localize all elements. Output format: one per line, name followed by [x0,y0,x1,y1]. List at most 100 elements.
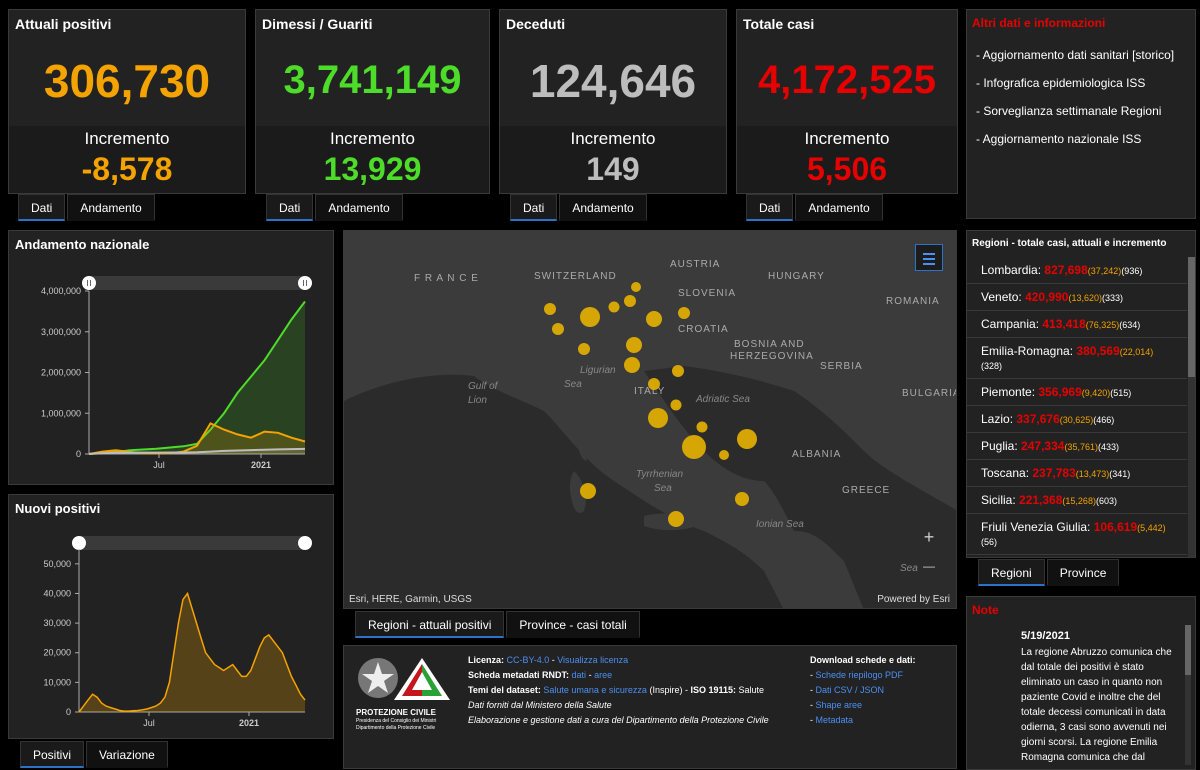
range-slider-handle[interactable] [82,276,96,290]
region-name: Puglia: [981,439,1018,453]
download-csv-link[interactable]: Dati CSV / JSON [816,685,885,695]
map-label-france: F R A N C E [414,273,479,284]
tab-regioni[interactable]: Regioni [978,559,1045,586]
tab-andamento[interactable]: Andamento [559,194,647,221]
tab-regioni-attuali[interactable]: Regioni - attuali positivi [355,611,505,638]
region-name: Toscana: [981,466,1030,480]
info-panel: PROTEZIONE CIVILE Presidenza del Consigl… [343,645,957,769]
y-tick-label: 0 [66,707,71,717]
region-marker[interactable] [719,450,729,460]
increment-box: Incremento 13,929 [256,126,489,193]
region-row[interactable]: Campania: 413,418(76,325)(634) [967,311,1187,338]
region-marker[interactable] [737,429,757,449]
map-powered-by[interactable]: Powered by Esri [877,594,950,605]
region-marker[interactable] [580,483,596,499]
tab-province[interactable]: Province [1046,559,1120,586]
licenza-label: Licenza: [468,655,505,665]
region-marker[interactable] [682,435,706,459]
tab-positivi[interactable]: Positivi [20,741,85,768]
rndt-aree-link[interactable]: aree [594,670,612,680]
tab-andamento[interactable]: Andamento [795,194,883,221]
increment-label: Incremento [804,129,890,148]
stat-title: Deceduti [506,16,566,32]
range-slider-handle[interactable] [298,276,312,290]
tab-dati[interactable]: Dati [746,194,794,221]
range-slider-track [79,536,305,550]
region-increment: (466) [1093,415,1115,425]
logo-subtitle: Presidenza del Consiglio dei Ministri [356,718,437,724]
legend-list-button[interactable] [915,244,943,271]
stat-tabs-totale: Dati Andamento [746,194,883,221]
region-row[interactable]: Puglia: 247,334(35,761)(433) [967,433,1187,460]
region-increment: (603) [1095,496,1117,506]
y-tick-label: 10,000 [43,677,71,687]
region-marker[interactable] [735,492,749,506]
region-name: Friuli Venezia Giulia: [981,520,1091,534]
y-tick-label: 50,000 [43,559,71,569]
download-shape-link[interactable]: Shape aree [816,700,863,710]
region-marker[interactable] [626,337,642,353]
note-date: 5/19/2021 [1021,630,1070,642]
region-row[interactable]: Lombardia: 827,698(37,242)(936) [967,257,1187,284]
download-pdf-link[interactable]: Schede riepilogo PDF [816,670,904,680]
zoom-in-button[interactable]: + [916,527,942,549]
region-marker[interactable] [648,378,660,390]
stat-card-totale: Totale casi 4,172,525 Incremento 5,506 [736,9,958,194]
temi-rest: (Inspire) - [649,685,688,695]
regions-scrollbar[interactable] [1188,257,1195,557]
region-marker[interactable] [670,399,682,411]
tab-andamento[interactable]: Andamento [315,194,403,221]
tab-province-casi[interactable]: Province - casi totali [506,611,640,638]
region-marker[interactable] [668,511,684,527]
stat-tabs-guariti: Dati Andamento [266,194,403,221]
tab-variazione[interactable]: Variazione [86,741,168,768]
region-marker[interactable] [578,343,590,355]
region-total: 106,619 [1093,520,1138,534]
region-marker[interactable] [646,311,662,327]
region-name: Veneto: [981,290,1022,304]
region-marker[interactable] [678,307,690,319]
map-label-bosnia: BOSNIA AND [734,339,805,350]
range-slider-handle[interactable] [72,536,86,550]
link-aggiornamento-iss[interactable]: - Aggiornamento nazionale ISS [972,132,1189,146]
map-label-adriatic: Adriatic Sea [696,394,750,405]
region-marker[interactable] [544,303,556,315]
region-marker[interactable] [552,323,564,335]
link-infografica[interactable]: - Infografica epidemiologica ISS [972,76,1189,90]
region-row[interactable]: Toscana: 237,783(13,473)(341) [967,460,1187,487]
map-view[interactable]: F R A N C E SWITZERLAND AUSTRIA HUNGARY … [343,230,957,609]
temi-link[interactable]: Salute umana e sicurezza [543,685,647,695]
range-slider-handle[interactable] [298,536,312,550]
region-marker[interactable] [624,357,640,373]
link-aggiornamento-dati[interactable]: - Aggiornamento dati sanitari [storico] [972,48,1189,62]
tab-andamento[interactable]: Andamento [67,194,155,221]
tab-dati[interactable]: Dati [18,194,66,221]
tab-dati[interactable]: Dati [266,194,314,221]
region-row[interactable]: Veneto: 420,990(13,620)(333) [967,284,1187,311]
region-marker[interactable] [672,365,684,377]
region-marker[interactable] [631,282,641,292]
region-row[interactable]: Emilia-Romagna: 380,569(22,014) (328) [967,338,1187,379]
visualizza-licenza-link[interactable]: Visualizza licenza [557,655,628,665]
region-row[interactable]: Sicilia: 221,368(15,268)(603) [967,487,1187,514]
licenza-link[interactable]: CC-BY-4.0 [507,655,550,665]
link-sorveglianza[interactable]: - Sorveglianza settimanale Regioni [972,104,1189,118]
region-marker[interactable] [580,307,600,327]
region-row[interactable]: Friuli Venezia Giulia: 106,619(5,442) (56… [967,514,1187,555]
zoom-out-button[interactable]: — [916,559,942,581]
note-scrollbar[interactable] [1185,625,1191,765]
region-marker[interactable] [624,295,636,307]
rndt-label: Scheda metadati RNDT: [468,670,570,680]
region-row[interactable]: Lazio: 337,676(30,625)(466) [967,406,1187,433]
regions-panel: Regioni - totale casi, attuali e increme… [966,230,1196,558]
region-marker[interactable] [696,421,708,433]
region-row[interactable]: Piemonte: 356,969(9,420)(515) [967,379,1187,406]
tab-dati[interactable]: Dati [510,194,558,221]
rndt-dati-link[interactable]: dati [572,670,587,680]
region-name: Sicilia: [981,493,1016,507]
stat-value: 4,172,525 [758,58,936,102]
region-marker[interactable] [648,408,668,428]
region-marker[interactable] [608,301,620,313]
download-metadata-link[interactable]: Metadata [816,715,854,725]
increment-value: 13,929 [323,151,422,187]
